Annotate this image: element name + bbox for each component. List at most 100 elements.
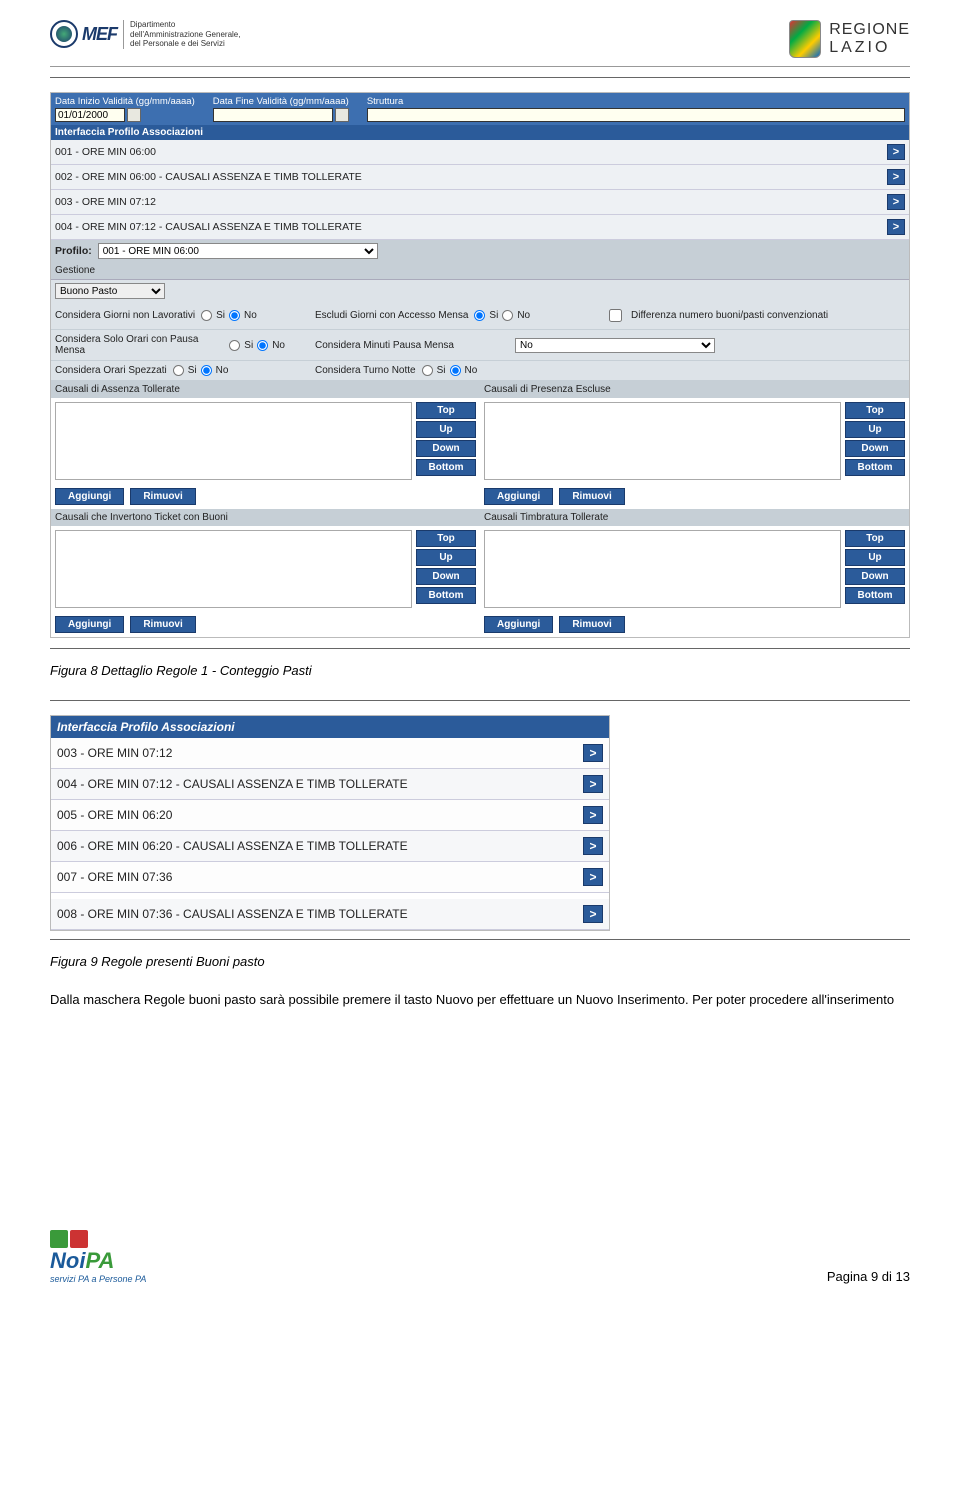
bottom-button[interactable]: Bottom: [416, 459, 476, 476]
opt-label: Differenza numero buoni/pasti convenzion…: [631, 310, 828, 321]
no-radio[interactable]: [201, 365, 212, 376]
gestione-row: Buono Pasto: [51, 280, 909, 302]
profile-row[interactable]: 006 - ORE MIN 06:20 - CAUSALI ASSENZA E …: [51, 831, 609, 862]
profile-row-label: 005 - ORE MIN 06:20: [57, 808, 172, 822]
rimuovi-button[interactable]: Rimuovi: [130, 488, 195, 505]
up-button[interactable]: Up: [845, 421, 905, 438]
si-radio[interactable]: [229, 340, 240, 351]
up-button[interactable]: Up: [416, 421, 476, 438]
region-line1: REGIONE: [829, 21, 910, 39]
bottom-button[interactable]: Bottom: [845, 587, 905, 604]
right-header: Causali Timbratura Tollerate: [480, 509, 909, 526]
struttura-input[interactable]: [367, 108, 905, 122]
dual-btn-row-1: Aggiungi Rimuovi Aggiungi Rimuovi: [51, 484, 909, 509]
separator: [50, 939, 910, 940]
si-radio[interactable]: [474, 310, 485, 321]
data-inizio-input[interactable]: [55, 108, 125, 122]
expand-icon[interactable]: >: [583, 868, 603, 886]
top-button[interactable]: Top: [416, 530, 476, 547]
si-radio[interactable]: [201, 310, 212, 321]
data-fine-input[interactable]: [213, 108, 333, 122]
si-radio[interactable]: [422, 365, 433, 376]
profile-row[interactable]: 007 - ORE MIN 07:36 >: [51, 862, 609, 893]
assoc-row[interactable]: 001 - ORE MIN 06:00 >: [51, 140, 909, 165]
expand-icon[interactable]: >: [887, 144, 905, 160]
no-radio[interactable]: [450, 365, 461, 376]
no-radio[interactable]: [229, 310, 240, 321]
expand-icon[interactable]: >: [583, 806, 603, 824]
lazio-text: REGIONE LAZIO: [829, 21, 910, 57]
profile-row-label: 006 - ORE MIN 06:20 - CAUSALI ASSENZA E …: [57, 839, 408, 853]
pausa-mensa-select[interactable]: No: [515, 338, 715, 353]
header-left: MEF Dipartimento dell'Amministrazione Ge…: [50, 20, 240, 49]
top-button[interactable]: Top: [845, 402, 905, 419]
rimuovi-button[interactable]: Rimuovi: [559, 488, 624, 505]
validity-row: Data Inizio Validità (gg/mm/aaaa) Data F…: [51, 93, 909, 125]
expand-icon[interactable]: >: [887, 169, 905, 185]
assoc-row[interactable]: 004 - ORE MIN 07:12 - CAUSALI ASSENZA E …: [51, 215, 909, 240]
top-button[interactable]: Top: [845, 530, 905, 547]
struttura-label: Struttura: [367, 96, 905, 107]
assoc-row-label: 003 - ORE MIN 07:12: [55, 196, 156, 208]
expand-icon[interactable]: >: [583, 775, 603, 793]
causali-invertono-listbox[interactable]: [55, 530, 412, 608]
profile-row[interactable]: 003 - ORE MIN 07:12>: [51, 738, 609, 769]
up-button[interactable]: Up: [845, 549, 905, 566]
data-fine-label: Data Fine Validità (gg/mm/aaaa): [213, 96, 349, 107]
left-header: Causali che Invertono Ticket con Buoni: [51, 509, 480, 526]
dual-pane-1: Top Up Down Bottom Top Up Down Bottom: [51, 398, 909, 484]
aggiungi-button[interactable]: Aggiungi: [55, 616, 124, 633]
up-button[interactable]: Up: [416, 549, 476, 566]
down-button[interactable]: Down: [416, 568, 476, 585]
bottom-button[interactable]: Bottom: [845, 459, 905, 476]
mef-logo: MEF: [50, 20, 117, 48]
down-button[interactable]: Down: [845, 568, 905, 585]
no-radio[interactable]: [502, 310, 513, 321]
profile-row-label: 004 - ORE MIN 07:12 - CAUSALI ASSENZA E …: [57, 777, 408, 791]
assoc-row-label: 001 - ORE MIN 06:00: [55, 146, 156, 158]
figure-9-caption: Figura 9 Regole presenti Buoni pasto: [50, 954, 910, 969]
profile-row-label: 007 - ORE MIN 07:36: [57, 870, 172, 884]
aggiungi-button[interactable]: Aggiungi: [484, 488, 553, 505]
causali-presenza-listbox[interactable]: [484, 402, 841, 480]
causali-assenza-listbox[interactable]: [55, 402, 412, 480]
expand-icon[interactable]: >: [583, 744, 603, 762]
assoc-row[interactable]: 003 - ORE MIN 07:12 >: [51, 190, 909, 215]
no-radio[interactable]: [257, 340, 268, 351]
rimuovi-button[interactable]: Rimuovi: [559, 616, 624, 633]
causali-timbratura-listbox[interactable]: [484, 530, 841, 608]
gestione-select[interactable]: Buono Pasto: [55, 283, 165, 299]
dual-btn-row-2: Aggiungi Rimuovi Aggiungi Rimuovi: [51, 612, 909, 637]
aggiungi-button[interactable]: Aggiungi: [484, 616, 553, 633]
profile-row[interactable]: 005 - ORE MIN 06:20 >: [51, 800, 609, 831]
dual-header-2: Causali che Invertono Ticket con Buoni C…: [51, 509, 909, 526]
aggiungi-button[interactable]: Aggiungi: [55, 488, 124, 505]
down-button[interactable]: Down: [845, 440, 905, 457]
mef-text: MEF: [82, 24, 117, 45]
screenshot-figure-8: Data Inizio Validità (gg/mm/aaaa) Data F…: [50, 92, 910, 638]
dual-header-1: Causali di Assenza Tollerate Causali di …: [51, 381, 909, 398]
profilo-select[interactable]: 001 - ORE MIN 06:00: [98, 243, 378, 259]
expand-icon[interactable]: >: [887, 219, 905, 235]
profile-row[interactable]: 008 - ORE MIN 07:36 - CAUSALI ASSENZA E …: [51, 893, 609, 930]
rimuovi-button[interactable]: Rimuovi: [130, 616, 195, 633]
department-block: Dipartimento dell'Amministrazione Genera…: [123, 20, 240, 49]
bottom-button[interactable]: Bottom: [416, 587, 476, 604]
noipa-logo: NoiPA servizi PA a Persone PA: [50, 1230, 146, 1284]
si-radio[interactable]: [173, 365, 184, 376]
noipa-subtitle: servizi PA a Persone PA: [50, 1274, 146, 1284]
assoc-row[interactable]: 002 - ORE MIN 06:00 - CAUSALI ASSENZA E …: [51, 165, 909, 190]
diff-checkbox[interactable]: [609, 309, 622, 322]
calendar-icon[interactable]: [335, 108, 349, 122]
expand-icon[interactable]: >: [887, 194, 905, 210]
down-button[interactable]: Down: [416, 440, 476, 457]
assoc-row-label: 004 - ORE MIN 07:12 - CAUSALI ASSENZA E …: [55, 221, 362, 233]
top-button[interactable]: Top: [416, 402, 476, 419]
calendar-icon[interactable]: [127, 108, 141, 122]
expand-icon[interactable]: >: [583, 837, 603, 855]
lazio-crest-icon: [789, 20, 821, 58]
mef-logo-circle: [50, 20, 78, 48]
expand-icon[interactable]: >: [583, 905, 603, 923]
opt-label: Considera Giorni non Lavorativi: [55, 310, 195, 321]
profile-row[interactable]: 004 - ORE MIN 07:12 - CAUSALI ASSENZA E …: [51, 769, 609, 800]
